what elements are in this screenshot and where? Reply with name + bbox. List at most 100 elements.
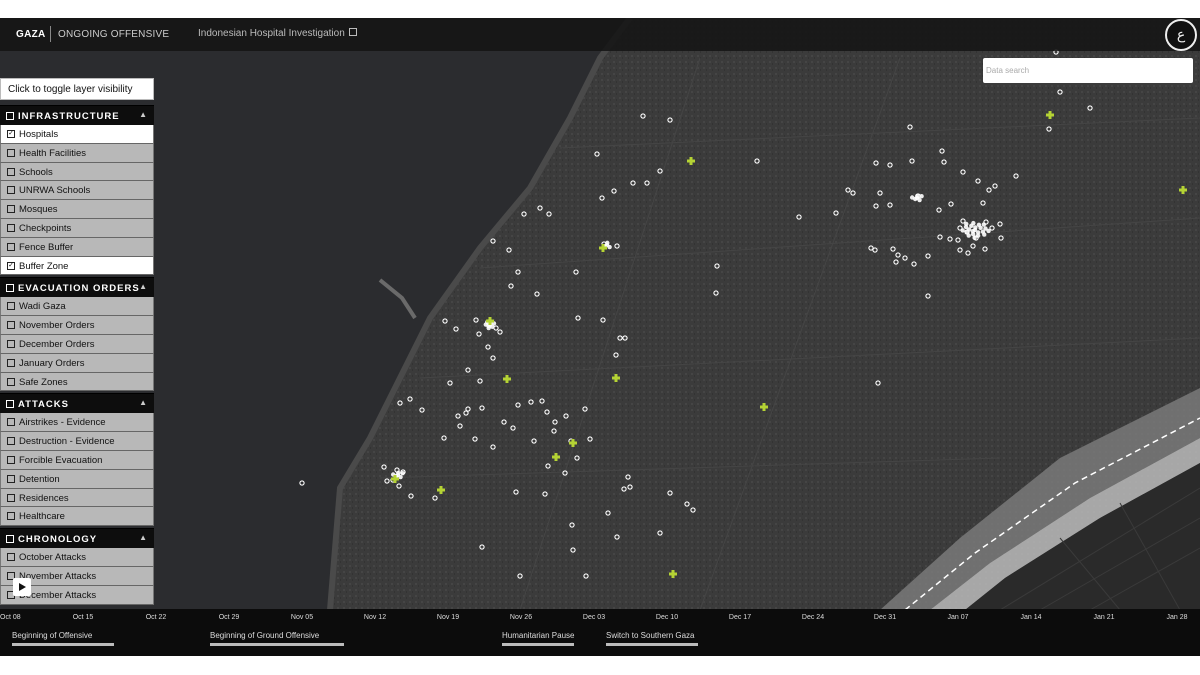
caret-up-icon[interactable]: ▲ [139, 398, 148, 407]
checkbox-icon[interactable] [6, 112, 14, 120]
incident-marker-icon[interactable] [915, 193, 920, 199]
map-view[interactable] [0, 18, 1200, 610]
timeline-date[interactable]: Jan 07 [947, 614, 968, 621]
timeline-date[interactable]: Oct 29 [219, 614, 240, 621]
layer-mosques[interactable]: Mosques [0, 200, 154, 219]
play-icon[interactable] [13, 578, 31, 596]
group-header-attacks[interactable]: ATTACKS ▲ [0, 393, 154, 414]
checkbox-icon[interactable] [7, 512, 15, 521]
checkbox-icon[interactable] [7, 186, 15, 195]
incident-marker-icon[interactable] [964, 221, 969, 227]
timeline-date[interactable]: Nov 05 [291, 614, 313, 621]
layer-safe-zones[interactable]: Safe Zones [0, 372, 154, 392]
search-input[interactable] [983, 58, 1193, 83]
checkbox-icon[interactable] [7, 339, 15, 348]
incident-marker-icon[interactable] [960, 228, 965, 233]
layer-unrwa-schools[interactable]: UNRWA Schools [0, 181, 154, 201]
incident-marker-icon[interactable] [909, 195, 915, 200]
checkbox-icon[interactable] [7, 553, 15, 562]
timeline-event[interactable]: Switch to Southern Gaza [606, 631, 698, 646]
group-header-chronology[interactable]: CHRONOLOGY ▲ [0, 528, 154, 549]
layer-january-orders[interactable]: January Orders [0, 353, 154, 373]
timeline-date[interactable]: Dec 31 [874, 614, 896, 621]
section-subtitle[interactable]: ONGOING OFFENSIVE [58, 29, 169, 40]
timeline-date[interactable]: Nov 12 [364, 614, 386, 621]
layer-healthcare[interactable]: Healthcare [0, 507, 154, 527]
layer-forcible-evacuation[interactable]: Forcible Evacuation [0, 450, 154, 470]
logo[interactable]: ع [1165, 19, 1197, 51]
timeline-date[interactable]: Jan 28 [1166, 614, 1187, 621]
checkbox-icon[interactable]: ✓ [7, 130, 15, 138]
layer-health-facilities[interactable]: Health Facilities [0, 143, 154, 163]
layer-schools[interactable]: Schools [0, 162, 154, 182]
investigation-link[interactable]: Indonesian Hospital Investigation [198, 28, 357, 39]
checkbox-icon[interactable] [7, 148, 15, 157]
incident-marker-icon[interactable] [971, 220, 976, 226]
timeline-date[interactable]: Nov 19 [437, 614, 459, 621]
layer-fence-buffer[interactable]: Fence Buffer [0, 237, 154, 257]
layer-airstrikes-evidence[interactable]: Airstrikes - Evidence [0, 413, 154, 433]
layer-december-orders[interactable]: December Orders [0, 334, 154, 354]
checkbox-icon[interactable] [7, 302, 15, 311]
incident-marker-icon[interactable] [607, 244, 612, 250]
timeline-date[interactable]: Dec 03 [583, 614, 605, 621]
layer-hospitals[interactable]: ✓ Hospitals [0, 125, 154, 144]
incident-marker-icon[interactable] [917, 197, 922, 203]
timeline-date[interactable]: Oct 08 [0, 614, 21, 621]
layer-november-orders[interactable]: November Orders [0, 316, 154, 335]
incident-marker-icon[interactable] [973, 225, 978, 230]
incident-marker-icon[interactable] [400, 471, 405, 476]
layer-buffer-zone[interactable]: ✓ Buffer Zone [0, 256, 154, 276]
checkbox-icon[interactable] [7, 437, 15, 446]
incident-marker-icon[interactable] [982, 232, 987, 237]
checkbox-icon[interactable] [7, 223, 15, 232]
checkbox-icon[interactable] [7, 474, 15, 483]
incident-marker-icon[interactable] [976, 222, 982, 228]
incident-marker-icon[interactable] [981, 222, 987, 227]
group-header-evacuation-orders[interactable]: EVACUATION ORDERS ▲ [0, 277, 154, 298]
checkbox-icon[interactable] [7, 167, 15, 176]
region-title[interactable]: GAZA [16, 29, 46, 40]
timeline-event[interactable]: Beginning of Offensive [12, 631, 114, 646]
checkbox-icon[interactable] [7, 418, 15, 427]
timeline-date[interactable]: Nov 26 [510, 614, 532, 621]
checkbox-icon[interactable] [7, 242, 15, 251]
layer-october-attacks[interactable]: October Attacks [0, 548, 154, 567]
caret-up-icon[interactable]: ▲ [139, 533, 148, 542]
timeline-date[interactable]: Jan 14 [1020, 614, 1041, 621]
checkbox-icon[interactable]: ✓ [7, 261, 15, 270]
checkbox-icon[interactable] [6, 400, 14, 409]
timeline-date[interactable]: Dec 24 [802, 614, 824, 621]
incident-marker-icon[interactable] [605, 240, 610, 246]
checkbox-icon[interactable] [7, 205, 15, 214]
timeline-date[interactable]: Dec 10 [656, 614, 678, 621]
caret-up-icon[interactable]: ▲ [139, 282, 148, 291]
layer-detention[interactable]: Detention [0, 469, 154, 489]
layer-checkpoints[interactable]: Checkpoints [0, 218, 154, 238]
checkbox-icon[interactable] [7, 377, 15, 386]
incident-marker-icon[interactable] [966, 233, 971, 238]
layer-residences[interactable]: Residences [0, 488, 154, 508]
timeline-date[interactable]: Oct 22 [146, 614, 167, 621]
timeline-event[interactable]: Beginning of Ground Offensive [210, 631, 344, 646]
caret-up-icon[interactable]: ▲ [139, 110, 148, 119]
checkbox-icon[interactable] [7, 358, 15, 367]
timeline-date[interactable]: Oct 15 [73, 614, 94, 621]
incident-marker-icon[interactable] [486, 325, 491, 331]
incident-marker-icon[interactable] [919, 194, 924, 199]
timeline[interactable]: Oct 08 Oct 15 Oct 22 Oct 29 Nov 05 Nov 1… [0, 609, 1200, 656]
checkbox-icon[interactable] [6, 284, 14, 293]
incident-marker-icon[interactable] [986, 228, 991, 234]
timeline-date[interactable]: Jan 21 [1093, 614, 1114, 621]
checkbox-icon[interactable] [7, 455, 15, 464]
incident-marker-icon[interactable] [396, 470, 401, 476]
timeline-event[interactable]: Humanitarian Pause [502, 631, 574, 646]
incident-marker-icon[interactable] [972, 235, 977, 241]
layer-destruction-evidence[interactable]: Destruction - Evidence [0, 432, 154, 451]
group-header-infrastructure[interactable]: INFRASTRUCTURE ▲ [0, 105, 154, 125]
layer-wadi-gaza[interactable]: Wadi Gaza [0, 297, 154, 317]
checkbox-icon[interactable] [6, 535, 14, 544]
checkbox-icon[interactable] [7, 493, 15, 502]
checkbox-icon[interactable] [7, 321, 15, 330]
incident-marker-icon[interactable] [398, 474, 403, 480]
